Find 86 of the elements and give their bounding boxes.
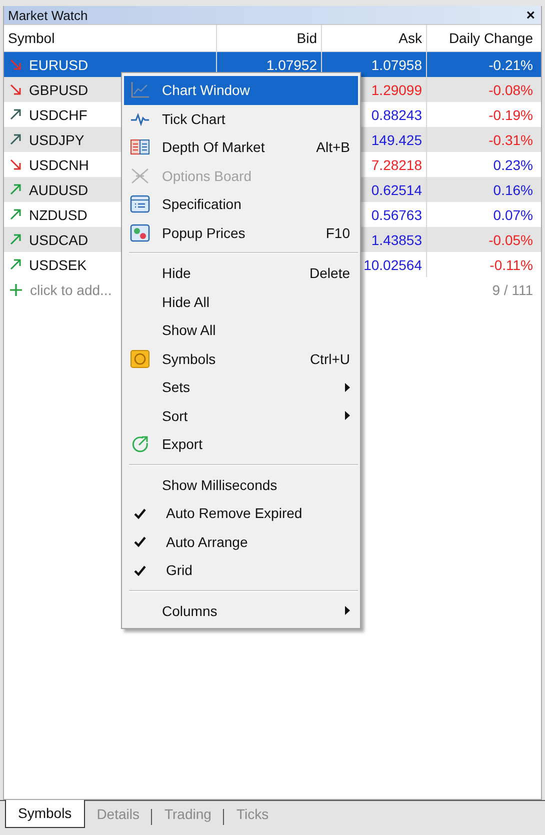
menu-label: Depth Of Market (162, 139, 266, 156)
daily-change: -0.05% (488, 232, 533, 248)
menu-label: Show All (162, 322, 217, 338)
symbol-name: USDJPY (29, 132, 84, 148)
menu-item[interactable]: Hide Delete (124, 259, 358, 288)
shortcut-label: F10 (326, 224, 350, 241)
menu-item[interactable]: Sort (124, 402, 358, 430)
menu-item[interactable]: Specification (124, 190, 358, 218)
menu-item[interactable]: Chart Window (124, 76, 358, 104)
symbol-name: AUDUSD (29, 182, 88, 198)
menu-label: Auto Remove Expired (166, 505, 304, 522)
menu-item[interactable]: Tick Chart (124, 104, 358, 133)
daily-change: 0.16% (493, 182, 533, 198)
ask-price: 1.07958 (371, 56, 422, 72)
close-button[interactable]: × (524, 8, 537, 22)
scissors-icon (130, 166, 150, 185)
menu-item[interactable]: Popup Prices F10 (124, 218, 358, 247)
ask-price: 0.56763 (371, 206, 422, 222)
ask-price: 1.43853 (371, 232, 422, 248)
menu-item[interactable]: Symbols Ctrl+U (124, 344, 358, 373)
selected-row[interactable]: EURUSD 1.07952 1.07958 -0.21% (4, 52, 541, 77)
menu-label: Columns (162, 602, 218, 619)
daily-change: -0.11% (490, 256, 533, 272)
ask-price: 7.28218 (371, 156, 422, 172)
coin-icon (130, 350, 150, 368)
menu-label: Popup Prices (162, 224, 246, 241)
symbol-name: USDSEK (29, 256, 87, 272)
menu-item[interactable]: Auto Remove Expired (124, 499, 358, 528)
daily-change: 0.07% (493, 206, 533, 222)
menu-label: Options Board (162, 168, 252, 184)
menu-item[interactable]: Export (124, 430, 358, 458)
ask-price: 149.425 (371, 132, 422, 148)
popup-window-icon (130, 224, 150, 242)
shortcut-label: Alt+B (316, 139, 350, 156)
symbol-name: USDCAD (29, 232, 88, 248)
menu-item[interactable]: Depth Of Market Alt+B (124, 133, 358, 162)
menu-label: Chart Window (162, 82, 251, 98)
symbol-name: USDCNH (29, 156, 89, 172)
menu-item[interactable]: Hide All (124, 288, 358, 316)
menu-label: Tick Chart (162, 110, 226, 127)
menu-label: Sort (162, 408, 189, 424)
menu-label: Export (162, 436, 204, 452)
menu-label: Sets (162, 379, 192, 396)
daily-change: -0.31% (488, 132, 533, 148)
chart-icon (130, 81, 150, 100)
add-symbol-field[interactable]: click to add... (30, 282, 112, 298)
menu-item[interactable]: Show Milliseconds (124, 470, 358, 499)
column-header[interactable]: Ask (322, 25, 427, 51)
menu-item[interactable]: Sets (124, 373, 358, 402)
menu-item[interactable]: Columns (124, 596, 358, 625)
ask-price: 0.88243 (371, 106, 422, 122)
menu-label: Show Milliseconds (162, 476, 278, 493)
menu-label: Hide (162, 265, 192, 282)
menu-label: Grid (166, 562, 194, 578)
ask-price: 1.29099 (371, 82, 422, 98)
window-title: Market Watch (8, 8, 88, 22)
tab[interactable]: Symbols (5, 800, 85, 828)
menu-item[interactable]: Auto Arrange (124, 528, 358, 556)
column-header[interactable]: Symbol (4, 25, 217, 51)
menu-item[interactable]: Grid (124, 556, 358, 584)
symbol-name: GBPUSD (29, 82, 88, 98)
daily-change: 0.23% (493, 156, 533, 172)
shortcut-label: Ctrl+U (310, 350, 350, 367)
export-icon (130, 435, 150, 454)
daily-change: -0.08% (488, 82, 533, 98)
symbol-name: USDCHF (29, 106, 88, 122)
menu-label: Symbols (162, 350, 217, 367)
daily-change: -0.21% (488, 56, 533, 72)
ask-price: 10.02564 (364, 256, 422, 272)
daily-change: -0.19% (488, 106, 533, 122)
symbol-name: NZDUSD (29, 206, 88, 222)
list-window-icon (130, 195, 150, 214)
symbol-count: 9 / 111 (492, 282, 533, 298)
bid-price: 1.07952 (266, 56, 317, 72)
symbol-name: EURUSD (29, 56, 88, 72)
menu-label: Auto Arrange (166, 534, 249, 550)
menu-label: Specification (162, 196, 242, 212)
order-book-icon (130, 139, 150, 156)
menu-label: Hide All (162, 294, 210, 310)
ask-price: 0.62514 (371, 182, 422, 198)
column-header[interactable]: Bid (217, 25, 322, 51)
plus-icon[interactable] (10, 284, 22, 296)
shortcut-label: Delete (310, 265, 350, 282)
column-header[interactable]: Daily Change (427, 25, 537, 51)
menu-item[interactable]: Show All (124, 316, 358, 344)
wave-icon (130, 112, 150, 126)
